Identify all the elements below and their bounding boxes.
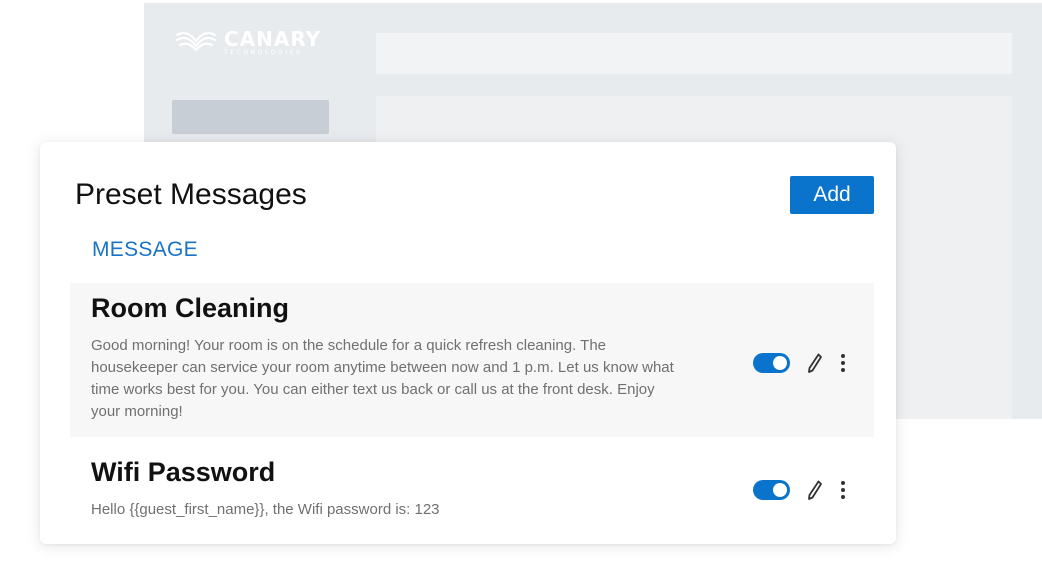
more-vertical-icon[interactable] [836,478,850,502]
toggle-knob [773,483,787,497]
row-actions [753,351,850,375]
canary-logo-text: CANARY TECHNOLOGIES [224,29,321,56]
preset-messages-card: Preset Messages Add MESSAGE Room Cleanin… [40,142,896,544]
canary-wing-logo-icon [174,27,218,58]
canary-logo-subtitle: TECHNOLOGIES [224,49,303,56]
list-item[interactable]: Wifi Password Hello {{guest_first_name}}… [70,437,874,537]
column-header-message: MESSAGE [92,238,198,261]
message-title: Wifi Password [91,457,276,487]
background-topbar-placeholder [376,33,1012,74]
message-body: Good morning! Your room is on the schedu… [91,337,674,420]
list-item[interactable]: Room Cleaning Good morning! Your room is… [70,283,874,437]
page-title: Preset Messages [75,178,307,211]
canary-logo-name: CANARY [224,27,322,51]
stage: CANARY TECHNOLOGIES Preset Messages Add … [0,0,1042,582]
edit-pencil-icon[interactable] [806,478,824,502]
background-sidebar-item [172,100,329,134]
toggle-knob [773,356,787,370]
edit-pencil-icon[interactable] [806,351,824,375]
add-button[interactable]: Add [790,176,874,214]
message-body: Hello {{guest_first_name}}, the Wifi pas… [91,501,440,518]
row-actions [753,478,850,502]
message-title: Room Cleaning [91,293,290,323]
more-vertical-icon[interactable] [836,351,850,375]
canary-logo: CANARY TECHNOLOGIES [174,27,321,58]
toggle-switch-icon[interactable] [753,353,790,373]
toggle-switch-icon[interactable] [753,480,790,500]
